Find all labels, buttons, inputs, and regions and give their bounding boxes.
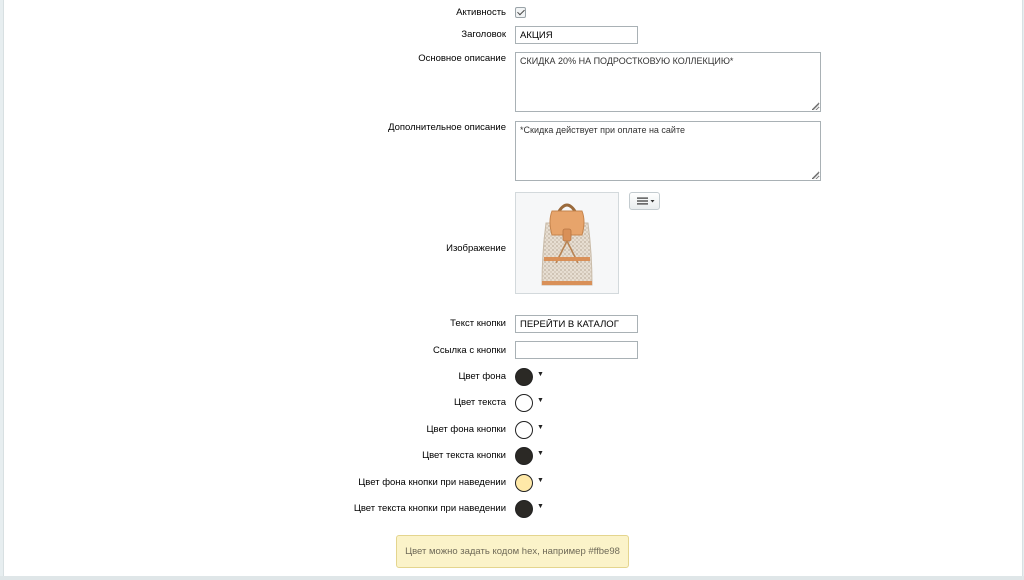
button-link-label: Ссылка с кнопки (433, 345, 506, 356)
caret-down-icon[interactable]: ▼ (537, 424, 544, 432)
caret-down-icon[interactable]: ▼ (537, 503, 544, 511)
button-link-input[interactable] (515, 341, 638, 359)
button-hover-background-color-swatch[interactable] (515, 474, 533, 492)
caret-down-icon[interactable]: ▼ (537, 450, 544, 458)
main-description-textarea[interactable]: СКИДКА 20% НА ПОДРОСТКОВУЮ КОЛЛЕКЦИЮ* (515, 52, 821, 112)
title-label: Заголовок (461, 29, 506, 40)
color-label: Цвет текста кнопки (422, 450, 506, 461)
settings-panel: Активность Заголовок Основное описание С… (3, 0, 1023, 576)
button-hover-text-color-swatch[interactable] (515, 500, 533, 518)
extra-description-textarea[interactable]: *Скидка действует при оплате на сайте (515, 121, 821, 181)
caret-down-icon[interactable]: ▼ (537, 477, 544, 485)
image-menu-button[interactable] (629, 192, 660, 210)
active-label: Активность (456, 7, 506, 18)
button-background-color-swatch[interactable] (515, 421, 533, 439)
button-text-color-swatch[interactable] (515, 447, 533, 465)
hamburger-menu-icon (637, 197, 655, 205)
color-label: Цвет фона кнопки (426, 424, 507, 435)
resize-grip-icon[interactable] (813, 173, 819, 179)
text-color-swatch[interactable] (515, 394, 533, 412)
background-color-swatch[interactable] (515, 368, 533, 386)
image-label: Изображение (446, 243, 506, 254)
backpack-image (541, 203, 593, 286)
color-label: Цвет фона кнопки при наведении (358, 477, 506, 488)
active-checkbox[interactable] (515, 7, 526, 18)
color-label: Цвет текста (454, 397, 506, 408)
color-label: Цвет текста кнопки при наведении (353, 503, 506, 514)
main-description-label: Основное описание (418, 53, 506, 64)
extra-description-label: Дополнительное описание (388, 122, 506, 133)
resize-grip-icon[interactable] (813, 104, 819, 110)
bottom-divider (0, 576, 1024, 580)
title-input[interactable] (515, 26, 638, 44)
caret-down-icon[interactable]: ▼ (537, 397, 544, 405)
caret-down-icon[interactable]: ▼ (537, 371, 544, 379)
color-label: Цвет фона (458, 371, 506, 382)
image-preview[interactable] (515, 192, 619, 294)
hex-hint-note: Цвет можно задать кодом hex, например #f… (396, 535, 629, 568)
caret-down-icon (650, 200, 655, 203)
button-text-label: Текст кнопки (450, 318, 506, 329)
button-text-input[interactable] (515, 315, 638, 333)
